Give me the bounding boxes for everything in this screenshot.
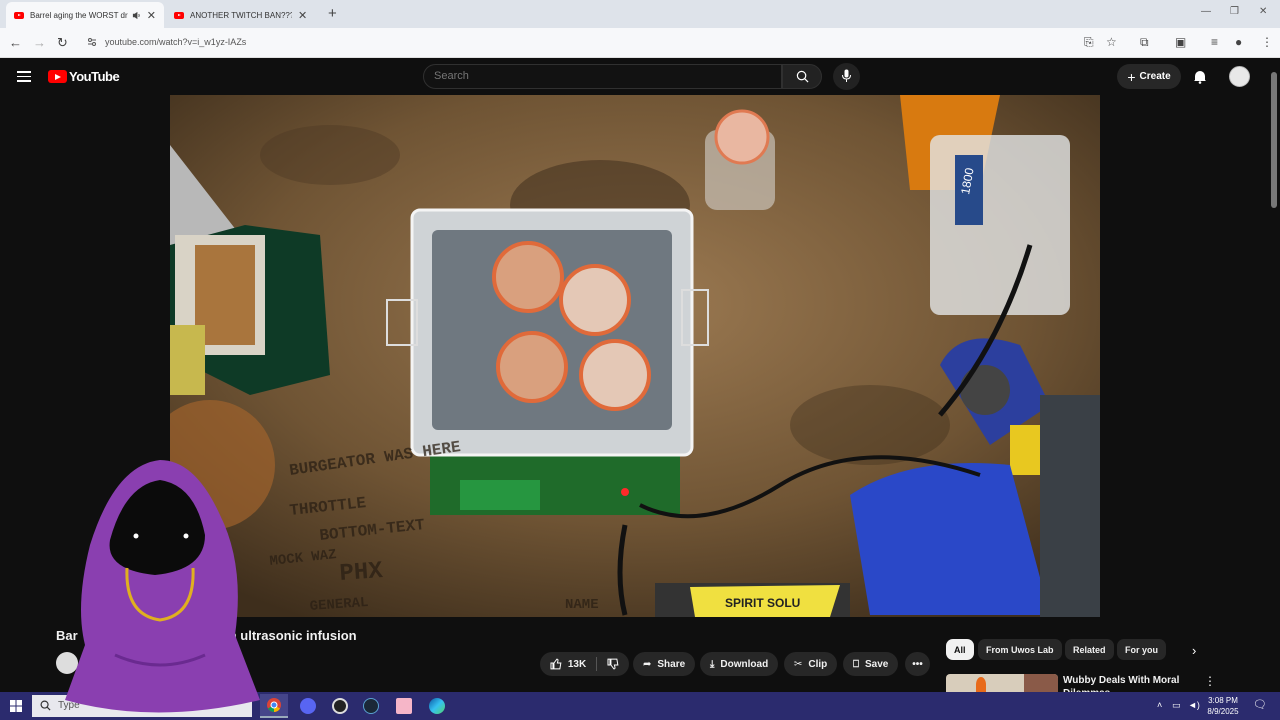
browser-tab-active[interactable]: Barrel aging the WORST dr ✕ [6,2,164,28]
page-scrollbar[interactable] [1268,58,1280,692]
chip-related[interactable]: Related [1065,639,1114,660]
chip-all[interactable]: All [946,639,974,660]
discord-app-icon[interactable] [294,694,322,718]
share-icon: ➦ [643,658,652,670]
speaker-icon[interactable] [132,11,141,20]
restore-button[interactable]: ❐ [1230,6,1239,17]
save-button[interactable]: ⎕ Save [843,652,899,676]
chip-for-you[interactable]: For you [1117,639,1166,660]
tab-title: ANOTHER TWITCH BAN??? - Yo [190,10,292,20]
new-tab-button[interactable]: + [328,5,337,22]
recommendation-thumbnail[interactable] [946,674,1058,692]
account-avatar[interactable] [1229,66,1250,87]
edge-app-icon[interactable] [423,694,451,718]
menu-icon[interactable] [17,71,31,82]
browser-tab[interactable]: ANOTHER TWITCH BAN??? - Yo ✕ [166,2,322,28]
tab-title: Barrel aging the WORST dr [29,10,128,20]
steam-app-icon[interactable] [357,694,385,718]
bookmark-star-icon[interactable]: ☆ [1106,35,1117,49]
media-control-icon[interactable]: ≡ [1211,35,1218,49]
back-arrow-icon[interactable]: ← [9,35,22,50]
download-button[interactable]: ⤓ Download [700,652,779,676]
download-icon: ⤓ [710,658,715,670]
notifications-bell-icon[interactable] [1193,69,1207,84]
logo-wordmark: YouTube [69,69,120,84]
clock-time: 3:08 PM [1208,696,1238,705]
install-app-icon[interactable]: ⎘ [1084,35,1094,50]
scissors-icon: ✂ [794,658,803,670]
obs-app-icon[interactable] [326,694,354,718]
like-dislike-group: 13K [540,652,629,676]
table-writing: NAME [565,597,599,613]
forward-arrow-icon[interactable]: → [33,35,46,50]
close-window-button[interactable]: ✕ [1259,6,1267,17]
share-label: Share [657,658,686,670]
download-label: Download [720,658,769,670]
close-tab-icon[interactable]: ✕ [147,9,156,22]
profile-icon[interactable]: ● [1235,35,1242,49]
address-bar[interactable]: youtube.com/watch?v=i_w1yz-IAZs [80,31,1105,54]
clip-button[interactable]: ✂ Clip [784,652,838,676]
notifications-icon[interactable]: 🗨 [1253,698,1267,711]
table-writing: PHX [339,558,385,588]
thumbs-down-icon[interactable] [607,658,619,670]
volume-icon[interactable]: ◄) [1188,700,1200,710]
sidebar-icon[interactable]: ▣ [1175,35,1186,49]
youtube-play-icon [48,70,67,83]
browser-tab-strip: Barrel aging the WORST dr ✕ ANOTHER TWIT… [0,0,1280,28]
clip-label: Clip [808,658,828,670]
youtube-favicon-icon [14,11,24,19]
voice-search-button[interactable] [833,63,860,90]
kebab-menu-icon[interactable]: ⋮ [1204,674,1216,688]
youtube-favicon-icon [174,11,184,19]
share-button[interactable]: ➦ Share [633,652,696,676]
minimize-button[interactable]: — [1201,6,1211,17]
tray-chevron-icon[interactable]: ˄ [1157,700,1162,710]
save-label: Save [865,658,889,670]
sign-text: SPIRIT SOLU [725,596,800,610]
chip-from-channel[interactable]: From Uwos Lab [978,639,1062,660]
close-tab-icon[interactable]: ✕ [298,9,307,22]
search-icon [796,70,809,83]
search-icon [40,700,51,711]
youtube-logo[interactable]: YouTube [48,69,120,84]
video-frame: 1800 BURGEATOR WAS HERE THROTTLE BOTTOM-… [170,95,1100,617]
microphone-icon [842,69,851,82]
more-icon: ••• [912,658,923,670]
recommendation-title[interactable]: Wubby Deals With Moral Dilemmas [1063,674,1183,692]
windows-start-icon[interactable] [10,700,22,712]
extensions-icon[interactable]: ⧉ [1140,35,1149,50]
create-button[interactable]: + Create [1117,64,1181,89]
create-label: Create [1139,71,1171,82]
search-input[interactable] [434,70,734,82]
thumbs-up-icon[interactable] [550,658,562,670]
chevron-right-icon[interactable]: › [1192,643,1196,658]
site-info-icon[interactable] [87,37,97,47]
taskbar-clock[interactable]: 3:08 PM 8/9/2025 [1204,695,1242,717]
clock-date: 8/9/2025 [1207,707,1239,716]
plus-icon: + [1127,68,1136,85]
youtube-header: YouTube + Create [0,58,1280,95]
browser-menu-icon[interactable]: ⋮ [1261,35,1273,49]
search-box[interactable] [423,64,782,89]
scroll-thumb[interactable] [1271,72,1277,208]
url-text: youtube.com/watch?v=i_w1yz-IAZs [105,37,247,47]
network-icon[interactable]: ▭ [1172,700,1181,711]
reload-icon[interactable]: ↻ [57,35,68,51]
app-icon[interactable] [390,694,418,718]
video-player[interactable]: 1800 BURGEATOR WAS HERE THROTTLE BOTTOM-… [170,95,1100,617]
browser-toolbar: ← → ↻ youtube.com/watch?v=i_w1yz-IAZs ⎘ … [0,28,1280,58]
like-count[interactable]: 13K [568,659,586,670]
more-actions-button[interactable]: ••• [905,652,930,676]
hooded-figure-overlay [65,460,260,713]
search-button[interactable] [782,64,822,89]
bookmark-icon: ⎕ [853,658,859,670]
